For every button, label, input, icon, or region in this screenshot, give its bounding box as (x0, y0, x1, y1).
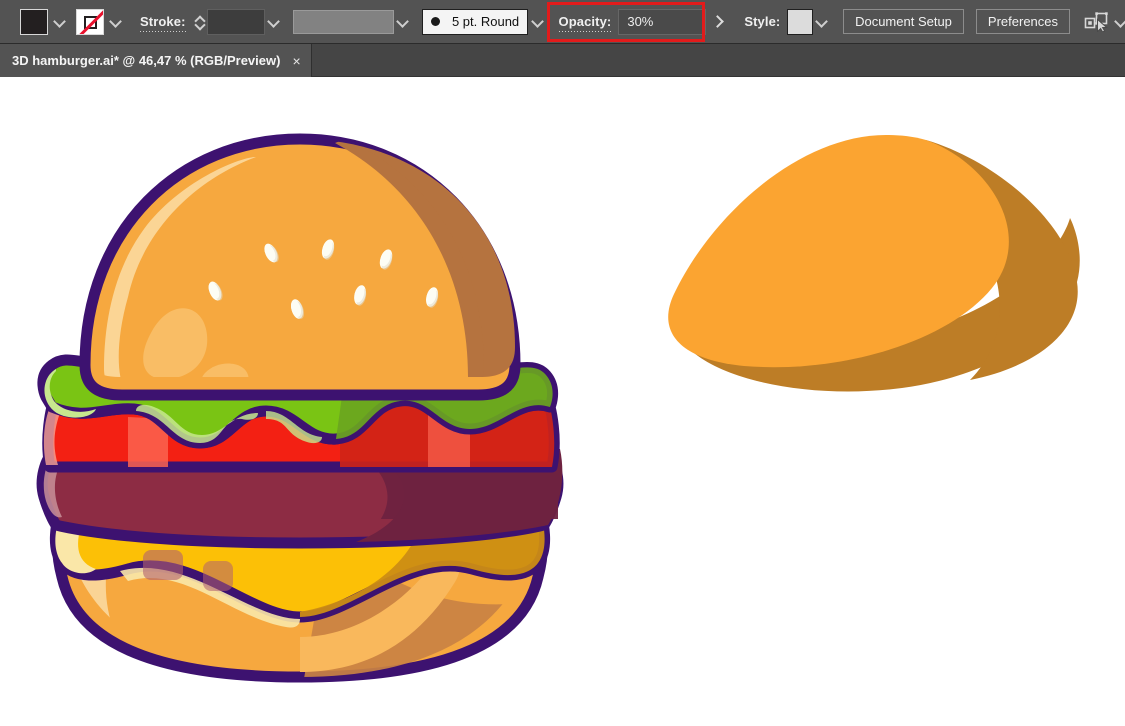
document-tab-title: 3D hamburger.ai* @ 46,47 % (RGB/Preview) (12, 53, 281, 68)
opacity-label[interactable]: Opacity: (558, 14, 612, 32)
brush-definition-field[interactable]: 5 pt. Round (421, 8, 529, 35)
chevron-down-icon[interactable] (1116, 17, 1125, 26)
chevron-down-icon (55, 17, 64, 26)
style-dropdown-button[interactable] (813, 9, 831, 35)
stroke-dropdown-button[interactable] (104, 9, 126, 35)
stroke-none-swatch-icon[interactable] (76, 8, 105, 35)
style-swatch[interactable] (787, 8, 813, 35)
chevron-down-icon (111, 17, 120, 26)
opacity-control-group[interactable]: Opacity: 30% (546, 0, 735, 44)
stroke-swatch-group[interactable] (76, 0, 126, 43)
style-label: Style: (744, 14, 781, 29)
select-similar-objects-icon[interactable] (1084, 11, 1110, 32)
stroke-weight-dropdown-button[interactable] (265, 9, 283, 35)
control-bar: Stroke: 5 pt. Round Opacity: 30% Style: … (0, 0, 1125, 44)
document-tab-bar: 3D hamburger.ai* @ 46,47 % (RGB/Preview)… (0, 44, 1125, 77)
chevron-down-icon (533, 17, 542, 26)
opacity-expand-button[interactable] (706, 9, 728, 35)
width-profile-dropdown-button[interactable] (394, 9, 412, 35)
fill-dropdown-button[interactable] (48, 9, 70, 35)
hamburger-illustration[interactable] (0, 77, 600, 726)
preferences-button[interactable]: Preferences (975, 9, 1071, 34)
fill-swatch-group[interactable] (20, 0, 70, 43)
3d-revolved-bun-dome[interactable] (640, 122, 1120, 402)
select-similar-objects-group[interactable] (1084, 11, 1125, 32)
width-profile-swatch[interactable] (293, 9, 394, 34)
close-icon[interactable]: × (292, 54, 300, 68)
chevron-down-icon (269, 17, 278, 26)
brush-round-dot-icon (430, 17, 440, 26)
chevron-down-icon (398, 17, 407, 26)
stroke-weight-stepper[interactable] (193, 9, 207, 35)
stepper-down-icon[interactable] (195, 23, 204, 28)
artboard-canvas[interactable] (0, 77, 1125, 726)
opacity-input[interactable]: 30% (618, 8, 707, 35)
brush-definition-label: 5 pt. Round (451, 14, 520, 29)
document-tab[interactable]: 3D hamburger.ai* @ 46,47 % (RGB/Preview)… (0, 44, 312, 77)
stroke-label[interactable]: Stroke: (140, 14, 186, 32)
brush-dropdown-button[interactable] (528, 9, 546, 35)
none-slash-icon (77, 9, 104, 34)
patty-texture-1 (143, 550, 183, 580)
document-setup-button[interactable]: Document Setup (843, 9, 964, 34)
stroke-weight-input[interactable] (206, 8, 265, 35)
fill-swatch-icon[interactable] (20, 8, 49, 35)
patty-texture-2 (203, 561, 233, 591)
control-bar-left-gap (0, 0, 20, 43)
chevron-down-icon (817, 17, 826, 26)
top-bun-group[interactable] (79, 117, 521, 401)
